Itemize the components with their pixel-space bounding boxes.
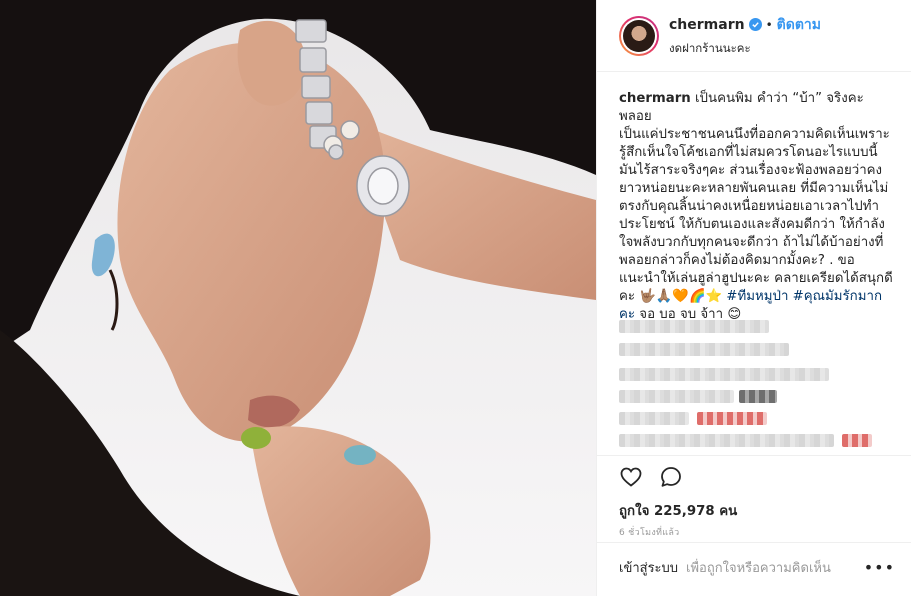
header-text: chermarn • ติดตาม งดฝากร้านนะคะ bbox=[669, 14, 821, 58]
more-options-icon[interactable]: ••• bbox=[864, 558, 895, 577]
follow-button[interactable]: ติดตาม bbox=[777, 14, 821, 36]
caption-username[interactable]: chermarn bbox=[619, 91, 691, 106]
blurred-comment bbox=[619, 434, 834, 447]
post-actions bbox=[619, 465, 683, 493]
divider bbox=[597, 455, 911, 456]
caption-line: ยาวหน่อยนะคะหลายพันคนเลย ที่มีความเห็นไม… bbox=[619, 181, 889, 196]
blurred-comment bbox=[739, 390, 777, 403]
avatar[interactable] bbox=[619, 15, 659, 56]
post-photo[interactable] bbox=[0, 0, 596, 596]
comment-hint: เพื่อถูกใจหรือความคิดเห็น bbox=[686, 561, 831, 576]
blurred-comment bbox=[697, 412, 767, 425]
blurred-comment bbox=[619, 343, 789, 356]
header-separator: • bbox=[765, 17, 773, 32]
caption-line: ตรงกับคุณลิ้นน่าคงเหนื่อยหน่อยเอาเวลาไปท… bbox=[619, 199, 879, 214]
post-container: chermarn • ติดตาม งดฝากร้านนะคะ chermarn… bbox=[0, 0, 911, 596]
post-side-panel: chermarn • ติดตาม งดฝากร้านนะคะ chermarn… bbox=[596, 0, 911, 596]
location-label[interactable]: งดฝากร้านนะคะ bbox=[669, 40, 821, 58]
divider bbox=[597, 542, 911, 543]
blurred-comment bbox=[619, 368, 829, 381]
avatar-image bbox=[623, 19, 655, 52]
login-link[interactable]: เข้าสู่ระบบ bbox=[619, 557, 678, 578]
post-header: chermarn • ติดตาม งดฝากร้านนะคะ bbox=[597, 0, 911, 72]
header-username[interactable]: chermarn bbox=[669, 17, 745, 33]
verified-badge-icon bbox=[748, 18, 762, 31]
blurred-comment bbox=[619, 390, 734, 403]
caption-line: พลอยกล่าวก็คงไม่ต้องคิดมากมั้งคะ? . ขอ bbox=[619, 253, 855, 268]
caption-line: ประโยชน์ ให้กับตนเองและสังคมดีกว่า ให้กำ… bbox=[619, 217, 885, 232]
hashtag-link[interactable]: #คุณมัมรักมาก bbox=[793, 288, 882, 306]
post-timestamp[interactable]: 6 ชั่วโมงที่แล้ว bbox=[619, 525, 680, 539]
caption-line: รู้สึกเห็นใจโค้ชเอกที่ไม่สมควรโดนอะไรแบบ… bbox=[619, 145, 878, 160]
caption-emojis: 🤟🏽🙏🏽🧡🌈⭐️ bbox=[639, 289, 723, 304]
caption-line: คะ bbox=[619, 289, 636, 304]
caption-line: แนะนำให้เล่นฮูล่าฮูปนะคะ คลายเครียดได้สน… bbox=[619, 271, 893, 286]
blurred-comment bbox=[842, 434, 872, 447]
likes-count[interactable]: ถูกใจ 225,978 คน bbox=[619, 500, 737, 521]
hashtag-link[interactable]: #ทีมหมูป่า bbox=[726, 288, 788, 306]
blurred-comment bbox=[619, 320, 769, 333]
model-illustration bbox=[0, 0, 596, 596]
post-caption: chermarn เป็นคนพิม คำว่า “บ้า” จริงคะ พล… bbox=[619, 90, 895, 324]
caption-line: ใจพลังบวกกับทุกคนจะดีกว่า ถ้าไม่ได้บ้าอย… bbox=[619, 235, 884, 250]
blurred-comment bbox=[619, 412, 689, 425]
heart-icon[interactable] bbox=[619, 465, 643, 493]
comment-bar: เข้าสู่ระบบ เพื่อถูกใจหรือความคิดเห็น ••… bbox=[619, 557, 895, 578]
comment-icon[interactable] bbox=[659, 465, 683, 493]
caption-line: เป็นแค่ประชาชนคนนึงที่ออกความคิดเห็นเพรา… bbox=[619, 127, 890, 142]
caption-line: มันไร้สาระจริงๆคะ ส่วนเรื่องจะฟ้องพลอยว่… bbox=[619, 163, 883, 178]
